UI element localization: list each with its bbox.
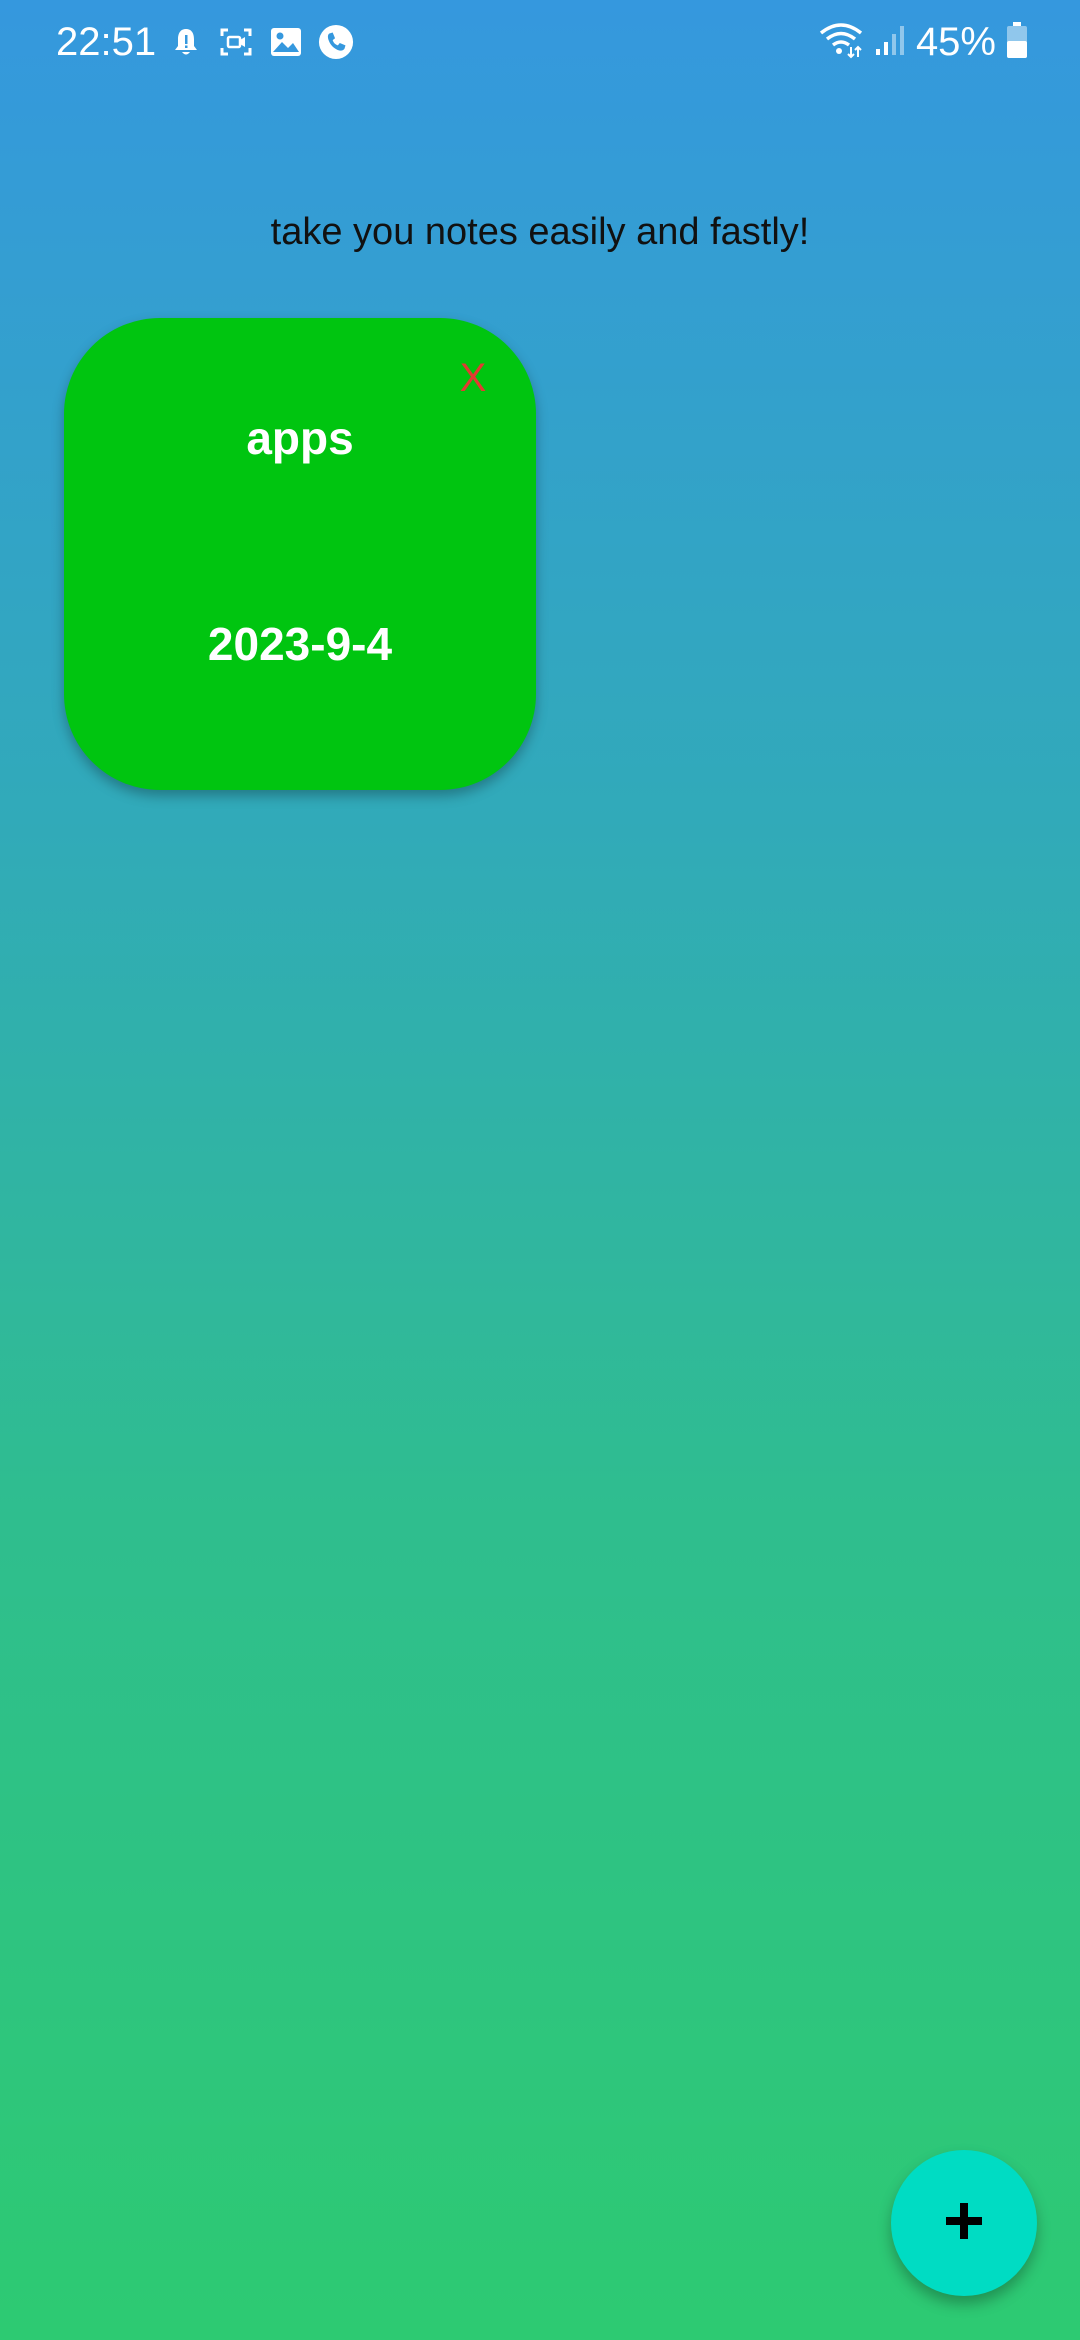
notification-icons <box>168 22 354 62</box>
note-card[interactable]: X apps 2023-9-4 <box>64 318 536 790</box>
status-bar: 22:51 45% <box>0 0 1080 84</box>
app-screen: 22:51 45% take you notes easily and fast… <box>0 0 1080 2340</box>
alarm-bell-icon <box>168 24 204 60</box>
screen-record-icon <box>218 24 254 60</box>
wifi-icon <box>818 21 864 64</box>
app-tagline: take you notes easily and fastly! <box>270 211 810 253</box>
battery-icon <box>1006 21 1028 64</box>
note-date: 2023-9-4 <box>207 618 393 670</box>
delete-note-button[interactable]: X <box>448 348 498 408</box>
status-time: 22:51 <box>56 20 157 64</box>
phone-call-icon <box>318 24 354 60</box>
gallery-icon <box>268 24 304 60</box>
add-note-button[interactable] <box>891 2150 1037 2296</box>
system-indicators: 45% <box>818 18 1028 66</box>
note-title: apps <box>246 412 354 464</box>
battery-percent: 45% <box>915 20 996 64</box>
cellular-signal-icon <box>874 23 906 62</box>
plus-icon <box>944 2201 984 2246</box>
